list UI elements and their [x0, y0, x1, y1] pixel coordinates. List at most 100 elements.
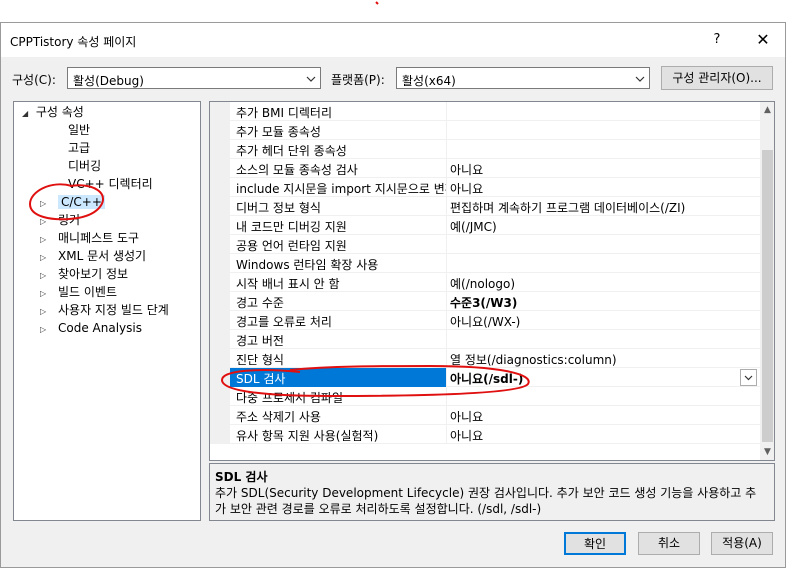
config-value: 활성(Debug) — [73, 74, 144, 88]
property-name: 추가 모듈 종속성 — [236, 125, 321, 139]
apply-button[interactable]: 적용(A) — [711, 532, 773, 555]
column-divider — [446, 292, 447, 311]
tree-item-label: 고급 — [68, 141, 91, 155]
column-divider — [446, 349, 447, 368]
tree-item[interactable]: ▷ C/C++ — [40, 193, 105, 211]
property-value[interactable]: 수준3(/W3) — [450, 294, 517, 311]
property-row[interactable]: SDL 검사 아니요(/sdl-) — [210, 368, 760, 387]
property-name: Windows 런타임 확장 사용 — [236, 258, 379, 272]
cancel-button[interactable]: 취소 — [638, 532, 700, 555]
title-bar: CPPTistory 속성 페이지 ? ✕ — [1, 23, 785, 57]
close-button[interactable]: ✕ — [745, 25, 781, 55]
property-name: 추가 BMI 디렉터리 — [236, 106, 332, 120]
row-gutter — [210, 197, 230, 216]
tree-item[interactable]: ▷ 빌드 이벤트 — [40, 283, 117, 301]
column-divider — [446, 102, 447, 121]
property-row[interactable]: 디버그 정보 형식 편집하며 계속하기 프로그램 데이터베이스(/ZI) — [210, 197, 760, 216]
property-row[interactable]: 추가 헤더 단위 종속성 — [210, 140, 760, 159]
tree-item[interactable]: ▷ 링커 — [40, 211, 80, 229]
column-divider — [446, 311, 447, 330]
property-row[interactable]: 내 코드만 디버깅 지원 예(/JMC) — [210, 216, 760, 235]
property-row[interactable]: 경고를 오류로 처리 아니요(/WX-) — [210, 311, 760, 330]
tree-item[interactable]: ▷ 매니페스트 도구 — [40, 229, 139, 247]
row-gutter — [210, 216, 230, 235]
tree-root[interactable]: ◢ 구성 속성 — [22, 103, 84, 121]
row-gutter — [210, 254, 230, 273]
property-name: 디버그 정보 형식 — [236, 201, 321, 215]
tree-item-label: XML 문서 생성기 — [58, 249, 147, 263]
property-row[interactable]: 추가 BMI 디렉터리 — [210, 102, 760, 121]
property-tree: ◢ 구성 속성 일반고급디버깅 VC++ 디렉터리 ▷ C/C++ ▷ 링커 ▷ 매니페스트 … — [13, 101, 201, 521]
row-gutter — [210, 140, 230, 159]
tree-item[interactable]: ▷ XML 문서 생성기 — [40, 247, 146, 265]
scroll-up-icon[interactable]: ▲ — [760, 103, 774, 117]
property-name: 다중 프로세서 컴파일 — [236, 391, 343, 405]
platform-dropdown[interactable]: 활성(x64) — [396, 67, 650, 89]
property-row[interactable]: 다중 프로세서 컴파일 — [210, 387, 760, 406]
property-value[interactable]: 아니요(/WX-) — [450, 313, 520, 330]
property-row[interactable]: 진단 형식 열 정보(/diagnostics:column) — [210, 349, 760, 368]
property-value[interactable]: 예(/nologo) — [450, 275, 515, 292]
tree-item-label: 찾아보기 정보 — [58, 267, 129, 281]
property-name: 소스의 모듈 종속성 검사 — [236, 163, 358, 177]
property-value[interactable]: 아니요 — [450, 180, 483, 197]
property-row[interactable]: 소스의 모듈 종속성 검사 아니요 — [210, 159, 760, 178]
column-divider — [446, 159, 447, 178]
platform-label: 플랫폼(P): — [331, 73, 385, 87]
expanded-triangle-icon: ◢ — [22, 109, 29, 118]
help-button[interactable]: ? — [701, 25, 733, 55]
property-value[interactable]: 아니요 — [450, 427, 483, 444]
property-row[interactable]: Windows 런타임 확장 사용 — [210, 254, 760, 273]
property-value[interactable]: 예(/JMC) — [450, 218, 497, 235]
tree-item[interactable]: ▷ Code Analysis — [40, 319, 142, 337]
property-row[interactable]: 경고 버전 — [210, 330, 760, 349]
scroll-down-icon[interactable]: ▼ — [760, 445, 774, 459]
tree-item[interactable]: ▷ 찾아보기 정보 — [40, 265, 128, 283]
row-gutter — [210, 311, 230, 330]
window-title: CPPTistory 속성 페이지 — [10, 35, 137, 49]
property-row[interactable]: 추가 모듈 종속성 — [210, 121, 760, 140]
column-divider — [446, 254, 447, 273]
property-value[interactable]: 편집하며 계속하기 프로그램 데이터베이스(/ZI) — [450, 199, 685, 216]
row-gutter — [210, 159, 230, 178]
property-name: SDL 검사 — [236, 372, 286, 386]
property-row[interactable]: 공용 언어 런타임 지원 — [210, 235, 760, 254]
tree-item[interactable]: 디버깅 — [40, 157, 101, 175]
property-row[interactable]: include 지시문을 import 지시문으로 변환 아니요 — [210, 178, 760, 197]
row-gutter — [210, 349, 230, 368]
property-value[interactable]: 아니요(/sdl-) — [450, 370, 523, 387]
tree-item[interactable]: ▷ 사용자 지정 빌드 단계 — [40, 301, 169, 319]
property-row[interactable]: 경고 수준 수준3(/W3) — [210, 292, 760, 311]
description-title: SDL 검사 — [215, 470, 268, 484]
property-value[interactable]: 아니요 — [450, 161, 483, 178]
property-name: 시작 배너 표시 안 함 — [236, 277, 340, 291]
property-name: 주소 삭제기 사용 — [236, 410, 321, 424]
property-row[interactable]: 주소 삭제기 사용 아니요 — [210, 406, 760, 425]
property-value[interactable]: 아니요 — [450, 408, 483, 425]
property-name: 경고 버전 — [236, 334, 284, 348]
column-divider — [446, 425, 447, 444]
tree-item[interactable]: 고급 — [40, 139, 90, 157]
chevron-down-icon — [306, 76, 316, 82]
tree-item-label: VC++ 디렉터리 — [68, 177, 153, 191]
row-gutter — [210, 330, 230, 349]
property-name: include 지시문을 import 지시문으로 변환 — [236, 182, 446, 196]
property-name: 유사 항목 지원 사용(실험적) — [236, 429, 379, 443]
property-value[interactable]: 열 정보(/diagnostics:column) — [450, 351, 617, 368]
value-dropdown-button[interactable] — [740, 369, 757, 386]
tree-item-label: 사용자 지정 빌드 단계 — [58, 303, 169, 317]
row-gutter — [210, 387, 230, 406]
platform-value: 활성(x64) — [402, 74, 456, 88]
tree-item[interactable]: VC++ 디렉터리 — [40, 175, 153, 193]
configuration-manager-button[interactable]: 구성 관리자(O)... — [661, 66, 773, 90]
row-gutter — [210, 102, 230, 121]
property-row[interactable]: 시작 배너 표시 안 함 예(/nologo) — [210, 273, 760, 292]
row-gutter — [210, 425, 230, 444]
config-dropdown[interactable]: 활성(Debug) — [67, 67, 321, 89]
property-row[interactable]: 유사 항목 지원 사용(실험적) 아니요 — [210, 425, 760, 444]
ok-button[interactable]: 확인 — [564, 532, 626, 555]
vertical-scrollbar[interactable]: ▲ ▼ — [760, 102, 774, 460]
tree-item[interactable]: 일반 — [40, 121, 90, 139]
scrollbar-thumb[interactable] — [762, 150, 773, 442]
property-name: 경고 수준 — [236, 296, 284, 310]
